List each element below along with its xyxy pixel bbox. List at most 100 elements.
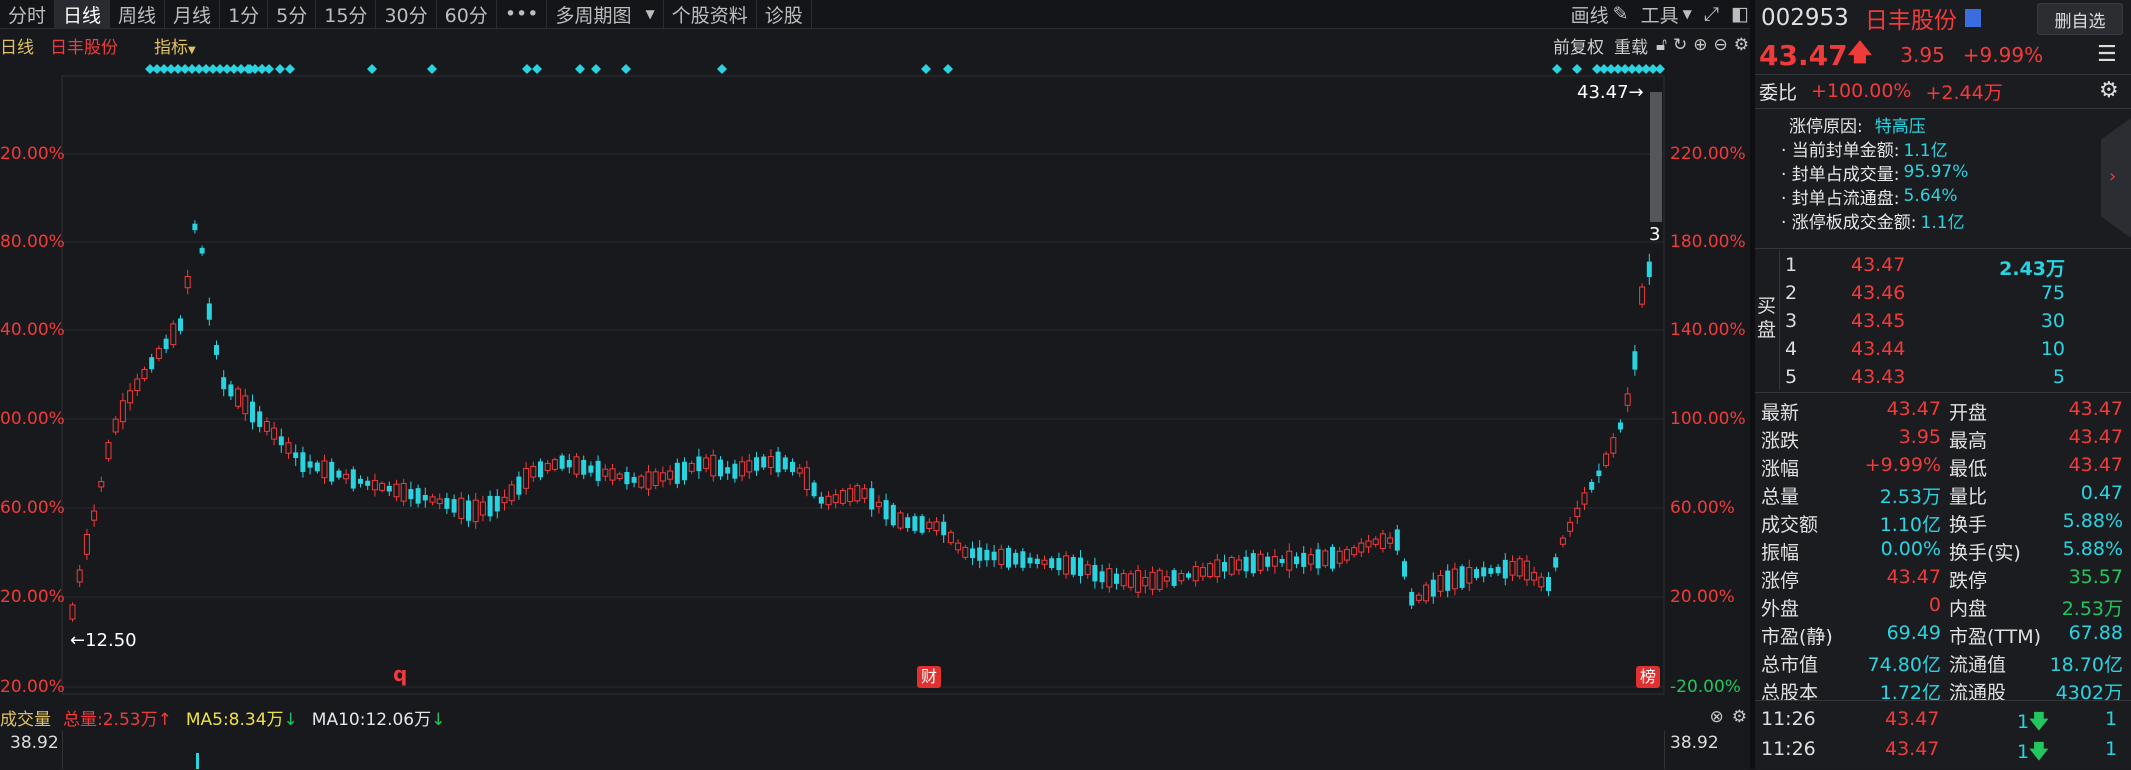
candle — [638, 475, 645, 488]
event-marker[interactable] — [943, 64, 953, 74]
tab-60min[interactable]: 60分 — [437, 0, 497, 28]
candle — [350, 469, 356, 489]
quote-value: 43.47 — [2068, 426, 2123, 448]
event-marker[interactable] — [257, 64, 267, 74]
candle — [1041, 559, 1048, 565]
quote-row: 振幅 0.00% 换手(实) 5.88% — [1755, 536, 2131, 564]
draw-line-button[interactable]: 画线 ✎ — [1565, 0, 1635, 28]
current-price: 43.47 — [1759, 38, 1848, 72]
tab-30min[interactable]: 30分 — [376, 0, 437, 28]
event-marker[interactable] — [1552, 64, 1562, 74]
candle — [1027, 557, 1033, 564]
expand-tab[interactable]: › — [2101, 118, 2131, 238]
candle — [458, 497, 465, 519]
candle — [415, 488, 421, 504]
event-marker[interactable] — [621, 64, 631, 74]
candle — [1049, 558, 1055, 569]
tab-monthly[interactable]: 月线 — [165, 0, 221, 28]
candle — [839, 489, 846, 504]
candle — [616, 473, 623, 480]
event-marker[interactable] — [921, 64, 931, 74]
gear-icon[interactable]: ⚙ — [1734, 35, 1749, 55]
arrow-up-icon: ↑ — [157, 709, 172, 730]
kline-chart[interactable]: 20.00% 80.00% 40.00% 00.00% 60.00% 20.00% 20.0… — [0, 62, 1755, 702]
remove-watchlist-button[interactable]: 删自选 — [2037, 3, 2123, 35]
gear-icon[interactable]: ⚙ — [1732, 707, 1747, 727]
quote-value: 18.70亿 — [2049, 654, 2123, 676]
tab-1min[interactable]: 1分 — [220, 0, 269, 28]
limit-reason-label: 涨停原因: — [1789, 116, 1863, 137]
candle — [1322, 550, 1329, 567]
candle — [1546, 577, 1551, 591]
kline-svg — [61, 64, 1665, 695]
tab-intraday[interactable]: 分时 — [0, 0, 56, 28]
refresh-icon[interactable]: ↻ — [1673, 35, 1687, 55]
candle — [472, 499, 479, 523]
event-marker[interactable] — [522, 64, 532, 74]
period-toolbar: 分时 日线 周线 月线 1分 5分 15分 30分 60分 ••• 多周期图 ▼ … — [0, 0, 1755, 29]
stock-info-button[interactable]: 个股资料 — [664, 0, 757, 28]
event-marker[interactable] — [591, 64, 601, 74]
tab-15min[interactable]: 15分 — [316, 0, 377, 28]
marker-finance[interactable]: 财 — [917, 666, 941, 688]
chart-scrollbar[interactable] — [1650, 92, 1662, 222]
event-marker[interactable] — [285, 64, 295, 74]
candle — [861, 488, 868, 499]
more-button[interactable]: ••• — [497, 0, 548, 28]
price-change: 3.95 — [1900, 43, 1945, 67]
tab-weekly[interactable]: 周线 — [110, 0, 166, 28]
marker-q[interactable]: q — [393, 662, 407, 686]
tab-5min[interactable]: 5分 — [268, 0, 317, 28]
bid-price: 43.46 — [1851, 282, 1906, 304]
event-marker[interactable] — [1655, 64, 1665, 74]
pre-restore-button[interactable]: 前复权 — [1553, 33, 1604, 58]
volume-left-value: 38.92 — [10, 733, 59, 753]
candle — [1315, 549, 1321, 569]
diagnose-button[interactable]: 诊股 — [757, 0, 812, 28]
candle — [725, 467, 731, 474]
bid-row[interactable]: 5 43.43 5 — [1785, 364, 2125, 392]
quote-value: 0.00% — [1880, 538, 1941, 560]
quote-row: 成交额 1.10亿 换手 5.88% — [1755, 508, 2131, 536]
event-marker[interactable] — [532, 64, 542, 74]
lock-icon[interactable]: 🔓︎ — [1656, 35, 1667, 55]
event-marker[interactable] — [1572, 64, 1582, 74]
menu-icon[interactable]: ☰ — [2097, 42, 2117, 67]
candle — [703, 457, 710, 469]
fullscreen-icon[interactable]: ⤢ — [1698, 0, 1725, 28]
candle — [1294, 556, 1299, 565]
bookmark-icon[interactable] — [1964, 9, 1981, 27]
candle — [1445, 570, 1451, 591]
candle — [1387, 537, 1394, 544]
candle — [1358, 542, 1365, 553]
event-marker[interactable] — [717, 64, 727, 74]
tools-button[interactable]: 工具 ▼ — [1635, 0, 1698, 28]
close-icon[interactable]: ⊗ — [1710, 707, 1724, 727]
event-marker[interactable] — [275, 64, 285, 74]
zoom-in-icon[interactable]: ⊕ — [1693, 35, 1707, 55]
candle — [206, 303, 212, 320]
indicator-dropdown[interactable]: 指标▼ — [154, 33, 196, 58]
marker-rank[interactable]: 榜 — [1636, 666, 1660, 688]
candle — [1250, 553, 1256, 574]
event-marker[interactable] — [367, 64, 377, 74]
gear-icon[interactable]: ⚙ — [2099, 78, 2119, 103]
multi-period-dropdown[interactable]: 多周期图 ▼ — [547, 0, 664, 28]
candle — [984, 549, 990, 561]
candle — [919, 516, 925, 533]
event-marker[interactable] — [427, 64, 437, 74]
bid-volume: 2.43万 — [1999, 258, 2065, 280]
event-marker[interactable] — [575, 64, 585, 74]
bid-row[interactable]: 1 43.47 2.43万 — [1785, 252, 2125, 280]
candle — [790, 461, 795, 473]
bid-row[interactable]: 3 43.45 30 — [1785, 308, 2125, 336]
zoom-out-icon[interactable]: ⊖ — [1714, 35, 1728, 55]
tab-daily[interactable]: 日线 — [55, 0, 111, 28]
candle — [170, 323, 177, 346]
candle — [516, 476, 522, 495]
bid-row[interactable]: 2 43.46 75 — [1785, 280, 2125, 308]
candle — [761, 456, 767, 468]
bid-row[interactable]: 4 43.44 10 — [1785, 336, 2125, 364]
reload-button[interactable]: 重载 — [1614, 33, 1648, 58]
bid-price: 43.43 — [1851, 366, 1906, 388]
